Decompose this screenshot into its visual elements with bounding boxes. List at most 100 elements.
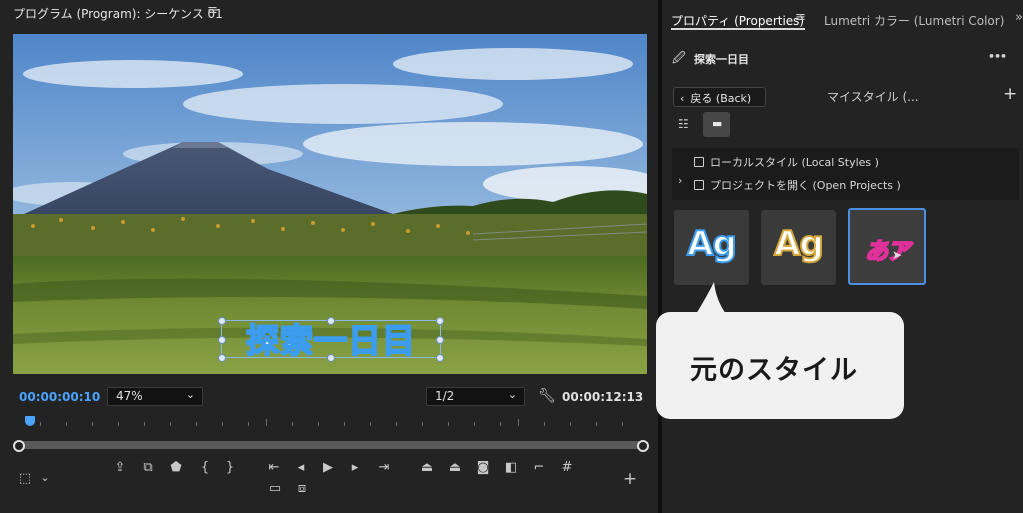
- tab-lumetri-color[interactable]: Lumetri カラー (Lumetri Color): [824, 12, 1004, 29]
- my-styles-header: マイスタイル (...: [827, 90, 919, 104]
- mark-in-icon[interactable]: {: [196, 460, 214, 475]
- mouse-cursor-icon: ➤: [892, 248, 903, 262]
- ruler-tick: [40, 422, 41, 426]
- lift-icon[interactable]: ⇪: [111, 460, 129, 475]
- go-to-out-icon[interactable]: ⇥: [375, 460, 393, 475]
- ruler-tick: [596, 422, 597, 426]
- ruler-tick: [266, 419, 267, 426]
- ruler-tick: [422, 422, 423, 426]
- ruler-tick: [92, 422, 93, 426]
- ruler-tick: [396, 422, 397, 426]
- style-source-tree: ローカルスタイル (Local Styles ) › プロジェクトを開く (Op…: [672, 148, 1019, 200]
- ruler-tick: [570, 422, 571, 426]
- checkbox-icon[interactable]: [694, 180, 704, 190]
- transform-handle[interactable]: [436, 336, 444, 344]
- ruler-tick: [66, 422, 67, 426]
- extract-frame-icon[interactable]: ⧉: [139, 460, 157, 475]
- ruler-tick: [344, 422, 345, 426]
- safe-margins-icon[interactable]: ⬚: [16, 471, 34, 486]
- properties-panel: プロパティ (Properties) ≡ Lumetri カラー (Lumetr…: [662, 0, 1023, 513]
- current-timecode[interactable]: 00:00:00:10: [19, 390, 100, 404]
- ruler-tick: [292, 422, 293, 426]
- grid-guides-icon[interactable]: #: [558, 460, 576, 475]
- transform-handle[interactable]: [327, 317, 335, 325]
- step-forward-icon[interactable]: ▸: [346, 460, 364, 475]
- resolution-value: 1/2: [435, 389, 455, 403]
- tree-item-label: プロジェクトを開く (Open Projects ): [710, 179, 901, 192]
- text-tool-icon: 🖉: [672, 51, 686, 66]
- program-monitor-panel: プログラム (Program): シーケンス 01 ≡ 探索一日目 00:00:…: [0, 0, 658, 513]
- chevron-down-icon[interactable]: ⌄: [36, 471, 54, 484]
- wrench-icon[interactable]: 🔧︎: [538, 388, 556, 404]
- active-tab-underline: [671, 28, 805, 30]
- ruler-tick: [318, 422, 319, 426]
- callout-pointer: [696, 282, 726, 314]
- back-button[interactable]: ‹ 戻る (Back): [673, 87, 766, 107]
- chevron-left-icon: ‹: [680, 92, 685, 105]
- transform-handle[interactable]: [218, 354, 226, 362]
- ruler-tick: [170, 422, 171, 426]
- ruler-tick: [474, 422, 475, 426]
- extract-clip-icon[interactable]: ⏏: [446, 460, 464, 475]
- comparison-view-icon[interactable]: ◧: [502, 460, 520, 475]
- zoom-dropdown[interactable]: 47% ⌄: [107, 387, 203, 406]
- more-options-icon[interactable]: •••: [988, 50, 1007, 63]
- scrollbar-handle-right[interactable]: [637, 440, 649, 452]
- vr-view-icon[interactable]: ▭: [266, 481, 284, 496]
- time-ruler[interactable]: [13, 412, 647, 428]
- hamburger-icon[interactable]: ≡: [795, 10, 806, 25]
- callout-bubble: 元のスタイル: [656, 312, 904, 419]
- step-back-icon[interactable]: ◂: [292, 460, 310, 475]
- style-preview-text: Ag: [686, 223, 738, 265]
- add-marker-icon[interactable]: ⬟: [167, 460, 185, 475]
- duration-timecode: 00:00:12:13: [562, 390, 644, 404]
- ruler-tick: [500, 422, 501, 426]
- style-thumbnail-selected[interactable]: あア ➤: [848, 208, 926, 285]
- tree-item-label: ローカルスタイル (Local Styles ): [710, 156, 879, 169]
- playhead-marker[interactable]: [25, 416, 35, 426]
- style-preview-text: あア: [864, 238, 911, 266]
- style-thumbnail[interactable]: Ag: [761, 210, 836, 285]
- ruler-tick: [518, 419, 519, 426]
- tree-item-local-styles[interactable]: ローカルスタイル (Local Styles ): [694, 154, 879, 170]
- mark-out-icon[interactable]: }: [221, 460, 239, 475]
- ruler-tick: [370, 422, 371, 426]
- zoom-value: 47%: [116, 389, 143, 403]
- transform-handle[interactable]: [436, 354, 444, 362]
- add-button-icon[interactable]: +: [621, 469, 639, 489]
- list-view-icon[interactable]: ☷: [678, 117, 689, 131]
- ruler-tick: [544, 422, 545, 426]
- ruler-tick: [448, 422, 449, 426]
- program-monitor-title[interactable]: プログラム (Program): シーケンス 01: [13, 5, 223, 22]
- transform-handle[interactable]: [218, 317, 226, 325]
- play-icon[interactable]: ▶: [319, 460, 337, 475]
- tree-item-open-projects[interactable]: プロジェクトを開く (Open Projects ): [694, 177, 901, 193]
- go-to-in-icon[interactable]: ⇤: [265, 460, 283, 475]
- style-thumbnail[interactable]: Ag: [674, 210, 749, 285]
- trim-icon[interactable]: ⌐: [530, 460, 548, 475]
- program-video-frame[interactable]: 探索一日目: [13, 34, 647, 374]
- style-preview-text: Ag: [773, 223, 825, 265]
- grid-view-icon: ▬: [712, 117, 723, 130]
- transform-handle[interactable]: [327, 354, 335, 362]
- proxy-toggle-icon[interactable]: ⧈: [293, 481, 311, 496]
- grid-view-button[interactable]: ▬: [703, 112, 730, 137]
- ruler-tick: [248, 422, 249, 426]
- lift-clip-icon[interactable]: ⏏: [418, 460, 436, 475]
- tab-properties[interactable]: プロパティ (Properties): [671, 12, 804, 29]
- transform-handle[interactable]: [436, 317, 444, 325]
- scrollbar-handle-left[interactable]: [13, 440, 25, 452]
- selected-object-name: 探索一日目: [694, 53, 749, 66]
- transform-handle[interactable]: [218, 336, 226, 344]
- chevron-right-icon[interactable]: ›: [678, 174, 682, 187]
- hamburger-icon[interactable]: ≡: [207, 3, 218, 18]
- ruler-tick: [144, 422, 145, 426]
- ruler-tick: [196, 422, 197, 426]
- camera-icon[interactable]: ◙: [474, 460, 492, 475]
- checkbox-icon[interactable]: [694, 157, 704, 167]
- callout-text: 元のスタイル: [690, 355, 858, 386]
- resolution-dropdown[interactable]: 1/2 ⌄: [426, 387, 525, 406]
- zoom-scrollbar-track[interactable]: [18, 441, 642, 449]
- chevron-right-icon[interactable]: »: [1015, 10, 1023, 25]
- add-style-button[interactable]: +: [1003, 84, 1017, 104]
